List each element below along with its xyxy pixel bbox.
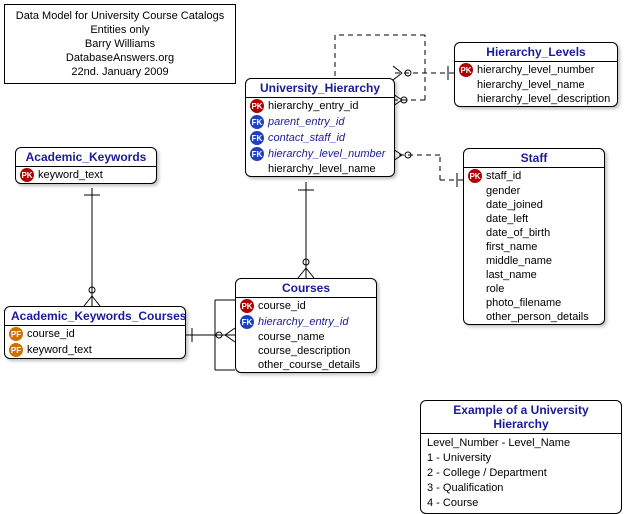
- attribute-name: middle_name: [486, 255, 552, 267]
- attribute-name: keyword_text: [38, 169, 103, 181]
- fk-badge: FK: [250, 147, 264, 161]
- diagram-info-box: Data Model for University Course Catalog…: [4, 4, 236, 84]
- entity-attribute: FK hierarchy_entry_id: [236, 314, 376, 330]
- entity-attribute: PK staff_id: [464, 168, 604, 184]
- attribute-name: date_left: [486, 213, 528, 225]
- example-title: Example of a University Hierarchy: [421, 401, 621, 433]
- attribute-name: hierarchy_entry_id: [258, 316, 349, 328]
- example-line: 1 - University: [427, 451, 615, 466]
- entity-attribute: course_name: [236, 330, 376, 344]
- entity-attribute: PK keyword_text: [16, 167, 156, 183]
- example-hierarchy-box: Example of a University Hierarchy Level_…: [420, 400, 622, 514]
- entity-title: Hierarchy_Levels: [455, 43, 617, 61]
- attribute-name: hierarchy_level_name: [268, 163, 376, 175]
- attribute-name: hierarchy_level_number: [477, 64, 594, 76]
- attribute-name: hierarchy_level_description: [477, 93, 610, 105]
- info-line: Barry Williams: [13, 37, 227, 51]
- entity-staff: Staff PK staff_idgender date_joined date_lef…: [463, 148, 605, 325]
- attribute-name: gender: [486, 185, 520, 197]
- entity-attribute: FK contact_staff_id: [246, 130, 394, 146]
- attribute-name: course_name: [258, 331, 325, 343]
- pk-badge: PK: [20, 168, 34, 182]
- entity-attribute: other_person_details: [464, 310, 604, 324]
- entity-attribute: last_name: [464, 268, 604, 282]
- entity-attribute: PF keyword_text: [5, 342, 185, 358]
- attribute-name: staff_id: [486, 170, 521, 182]
- entity-attribute: PK hierarchy_level_number: [455, 62, 617, 78]
- entity-courses: Courses PK course_id FK hierarchy_entry_idco…: [235, 278, 377, 373]
- attribute-name: parent_entry_id: [268, 116, 344, 128]
- entity-attribute: FK parent_entry_id: [246, 114, 394, 130]
- entity-attribute: hierarchy_level_description: [455, 92, 617, 106]
- entity-attribute: other_course_details: [236, 358, 376, 372]
- entity-title: Academic_Keywords_Courses: [5, 307, 185, 325]
- attribute-name: date_of_birth: [486, 227, 550, 239]
- fk-badge: FK: [250, 115, 264, 129]
- attribute-name: course_id: [27, 328, 75, 340]
- info-line: 22nd. January 2009: [13, 65, 227, 79]
- attribute-name: hierarchy_level_number: [268, 148, 385, 160]
- entity-title: Academic_Keywords: [16, 148, 156, 166]
- entity-attribute: date_joined: [464, 198, 604, 212]
- entity-attribute: PK course_id: [236, 298, 376, 314]
- entity-title: University_Hierarchy: [246, 79, 394, 97]
- attribute-name: keyword_text: [27, 344, 92, 356]
- entity-hierarchy-levels: Hierarchy_Levels PK hierarchy_level_number…: [454, 42, 618, 107]
- fk-badge: FK: [250, 131, 264, 145]
- entity-attribute: photo_filename: [464, 296, 604, 310]
- entity-academic-keywords-courses: Academic_Keywords_Courses PF course_id PF ke…: [4, 306, 186, 359]
- entity-attribute: hierarchy_level_name: [246, 162, 394, 176]
- entity-academic-keywords: Academic_Keywords PK keyword_text: [15, 147, 157, 184]
- attribute-name: contact_staff_id: [268, 132, 345, 144]
- entity-attribute: date_left: [464, 212, 604, 226]
- attribute-name: first_name: [486, 241, 537, 253]
- entity-attribute: hierarchy_level_name: [455, 78, 617, 92]
- entity-attribute: date_of_birth: [464, 226, 604, 240]
- pk-badge: PK: [250, 99, 264, 113]
- info-line: DatabaseAnswers.org: [13, 51, 227, 65]
- entity-attribute: gender: [464, 184, 604, 198]
- example-line: 3 - Qualification: [427, 481, 615, 496]
- info-line: Data Model for University Course Catalog…: [13, 9, 227, 23]
- attribute-name: other_person_details: [486, 311, 589, 323]
- attribute-name: date_joined: [486, 199, 543, 211]
- entity-attribute: first_name: [464, 240, 604, 254]
- entity-attribute: FK hierarchy_level_number: [246, 146, 394, 162]
- attribute-name: last_name: [486, 269, 537, 281]
- pk-badge: PK: [468, 169, 482, 183]
- fk-badge: FK: [240, 315, 254, 329]
- entity-attribute: course_description: [236, 344, 376, 358]
- pk-badge: PK: [459, 63, 473, 77]
- attribute-name: other_course_details: [258, 359, 360, 371]
- attribute-name: hierarchy_entry_id: [268, 100, 359, 112]
- pf-badge: PF: [9, 343, 23, 357]
- attribute-name: course_id: [258, 300, 306, 312]
- example-line: 2 - College / Department: [427, 466, 615, 481]
- attribute-name: course_description: [258, 345, 350, 357]
- info-line: Entities only: [13, 23, 227, 37]
- entity-attribute: middle_name: [464, 254, 604, 268]
- entity-attribute: PK hierarchy_entry_id: [246, 98, 394, 114]
- entity-university-hierarchy: University_Hierarchy PK hierarchy_entry_id…: [245, 78, 395, 177]
- entity-title: Courses: [236, 279, 376, 297]
- example-line: Level_Number - Level_Name: [427, 436, 615, 451]
- attribute-name: hierarchy_level_name: [477, 79, 585, 91]
- pf-badge: PF: [9, 327, 23, 341]
- attribute-name: role: [486, 283, 504, 295]
- attribute-name: photo_filename: [486, 297, 561, 309]
- pk-badge: PK: [240, 299, 254, 313]
- entity-attribute: PF course_id: [5, 326, 185, 342]
- entity-title: Staff: [464, 149, 604, 167]
- example-line: 4 - Course: [427, 496, 615, 511]
- entity-attribute: role: [464, 282, 604, 296]
